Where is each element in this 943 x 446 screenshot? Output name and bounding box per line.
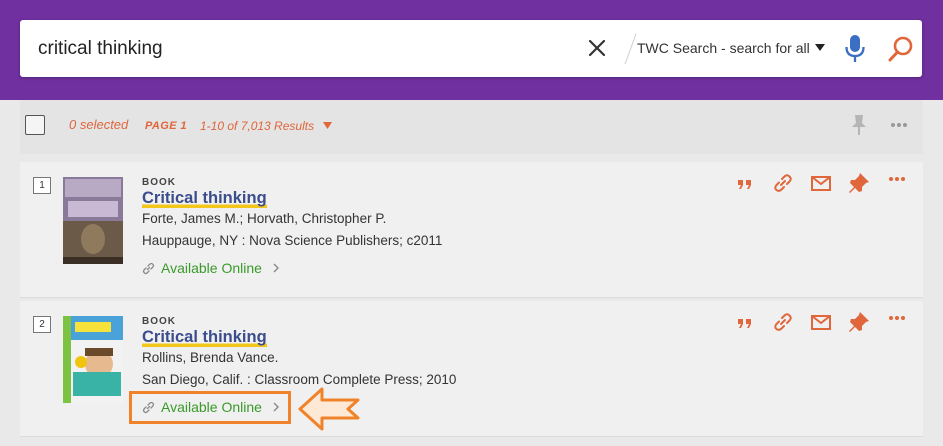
pin-icon[interactable] [850,114,868,136]
email-icon[interactable] [810,311,832,333]
results-dropdown-icon[interactable] [323,122,332,129]
permalink-icon[interactable] [772,311,794,333]
record-actions [734,311,914,335]
more-actions-icon[interactable] [886,311,908,333]
search-scope-label[interactable]: TWC Search - search for all [637,40,810,56]
citation-icon[interactable] [734,172,756,194]
record-actions [734,172,914,196]
search-divider [624,34,637,64]
availability-label[interactable]: Available Online [161,260,262,276]
highlight-callout-box [129,391,291,424]
record-title[interactable]: Critical thinking [142,328,267,347]
search-icon[interactable] [888,35,914,63]
book-cover-thumbnail[interactable] [63,316,123,403]
callout-arrow-icon [298,387,360,431]
selected-count: 0 selected [69,117,129,132]
permalink-icon[interactable] [772,172,794,194]
book-cover-thumbnail[interactable] [63,177,123,264]
record-title-text[interactable]: Critical thinking [142,328,267,347]
results-count[interactable]: 1-10 of 7,013 Results [200,119,314,133]
result-record: 1 BOOK Critical thinking Forte, James M.… [20,162,923,298]
record-publication: Hauppauge, NY : Nova Science Publishers;… [142,233,443,248]
record-publication: San Diego, Calif. : Classroom Complete P… [142,372,457,387]
citation-icon[interactable] [734,311,756,333]
availability-link[interactable]: Available Online [142,259,280,277]
results-toolbar: 0 selected PAGE 1 1-10 of 7,013 Results [20,100,923,154]
record-author: Forte, James M.; Horvath, Christopher P. [142,211,387,226]
more-options-icon[interactable] [890,122,908,128]
search-input[interactable] [38,34,578,64]
scope-dropdown-icon[interactable] [815,44,825,52]
pin-record-icon[interactable] [848,311,870,333]
search-box: TWC Search - search for all [20,20,922,77]
email-icon[interactable] [810,172,832,194]
more-actions-icon[interactable] [886,172,908,194]
record-title[interactable]: Critical thinking [142,189,267,208]
record-title-text[interactable]: Critical thinking [142,189,267,208]
link-icon [142,262,155,274]
select-all-checkbox[interactable] [25,115,45,135]
pin-record-icon[interactable] [848,172,870,194]
record-type: BOOK [142,177,176,188]
record-number: 2 [33,316,51,333]
page-indicator: PAGE 1 [145,120,187,132]
top-search-bar: TWC Search - search for all [0,0,943,100]
record-type: BOOK [142,316,176,327]
microphone-icon[interactable] [844,34,866,64]
chevron-right-icon [273,263,279,273]
record-number: 1 [33,177,51,194]
record-author: Rollins, Brenda Vance. [142,350,279,365]
clear-search-icon[interactable] [586,37,608,59]
